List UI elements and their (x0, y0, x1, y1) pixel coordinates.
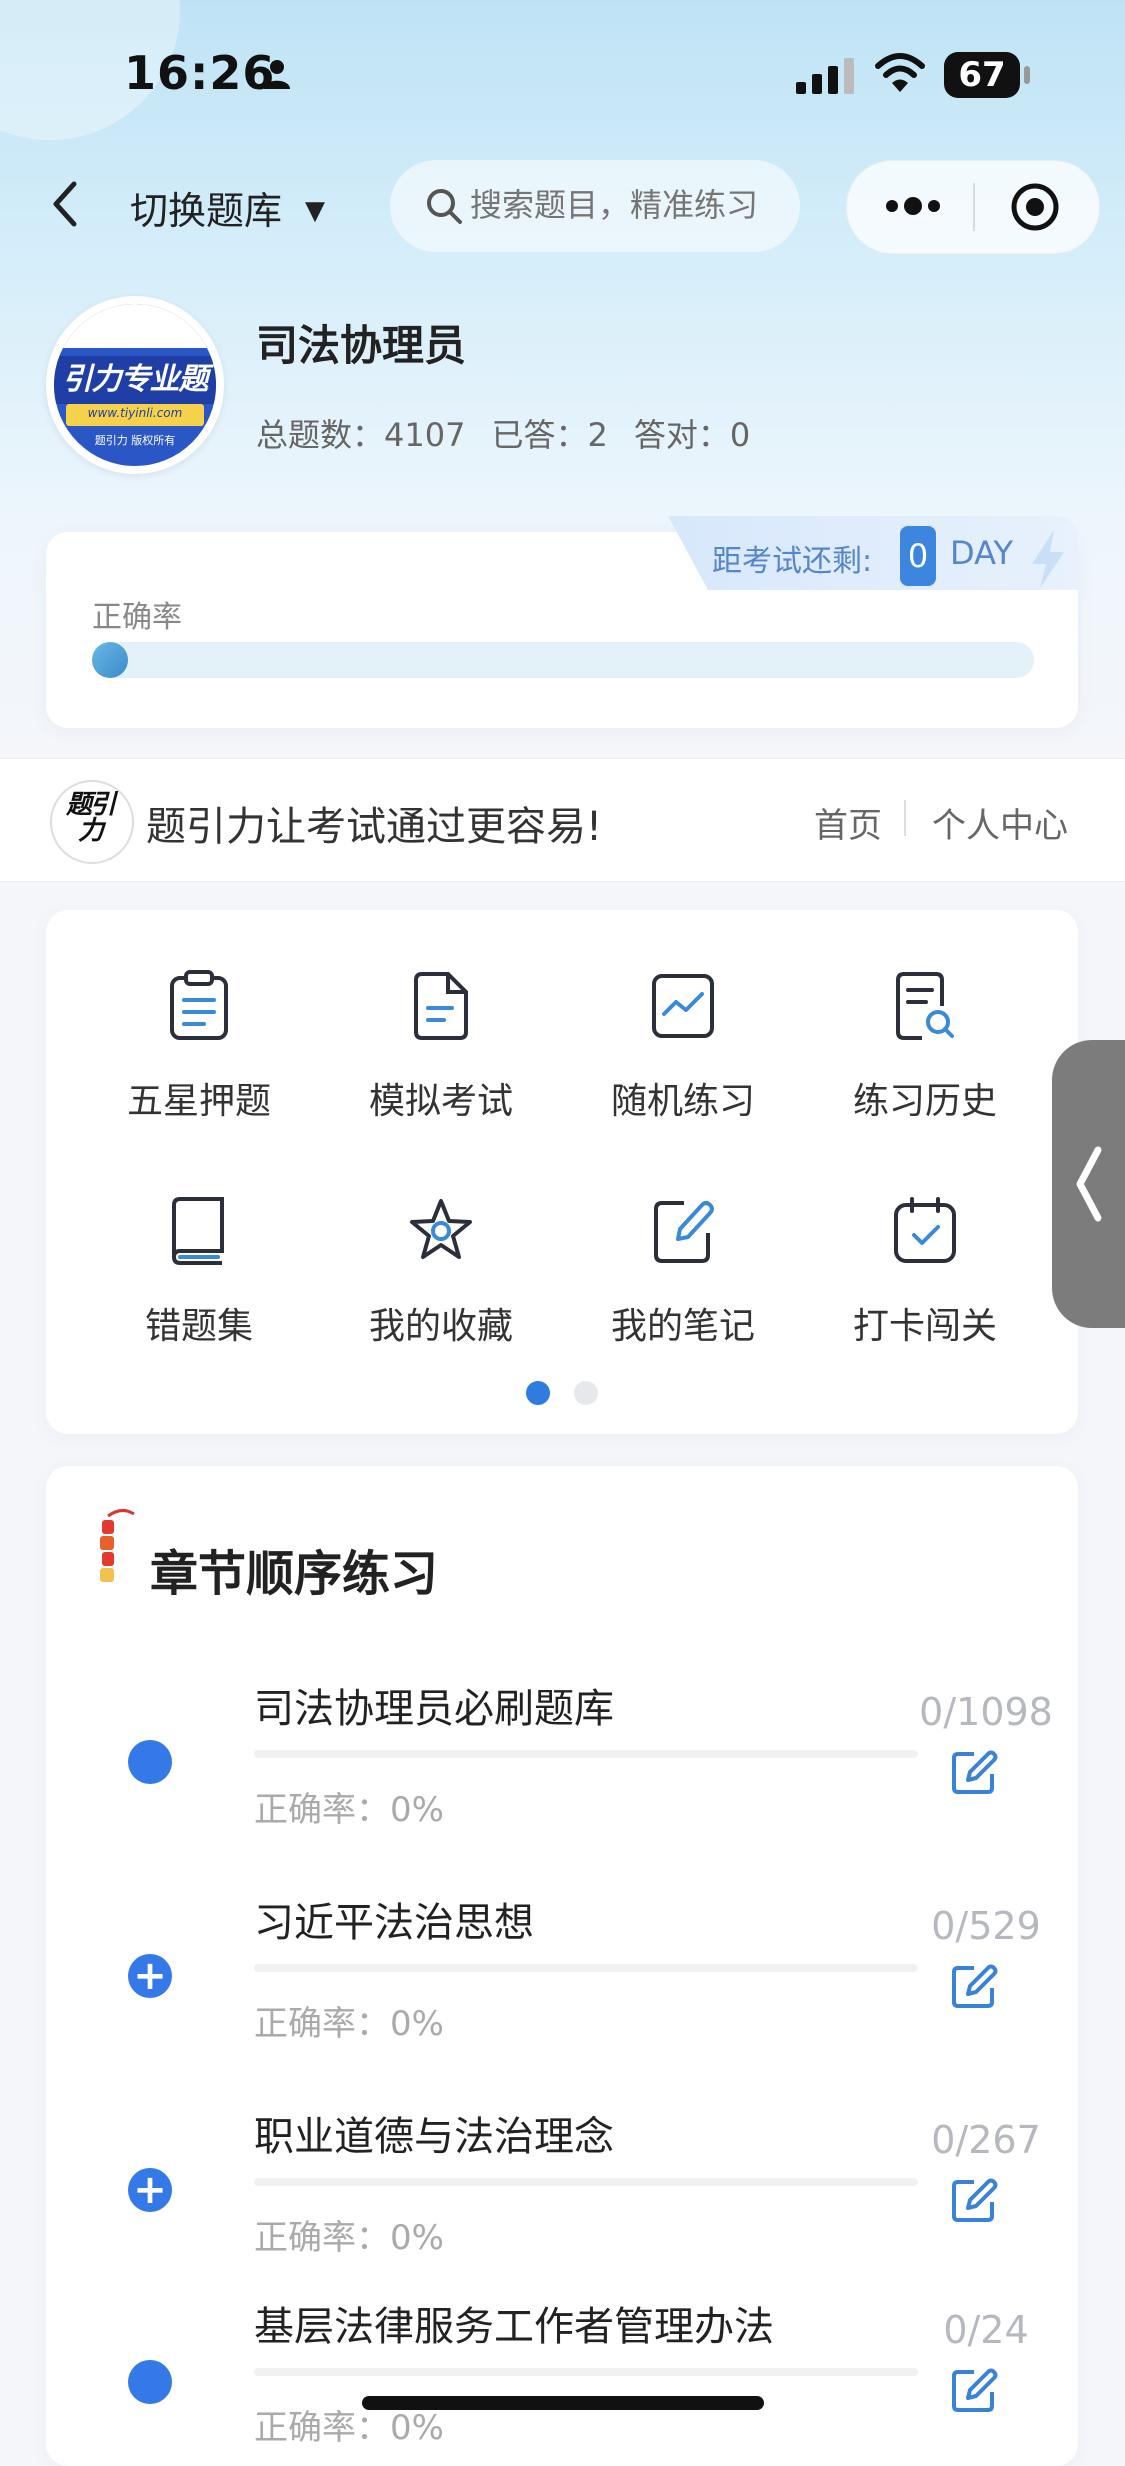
user-center-link[interactable]: 个人中心 (932, 798, 1068, 847)
clipboard-icon (170, 970, 228, 1040)
bank-title: 司法协理员 (256, 321, 467, 370)
history-search-icon (896, 972, 954, 1040)
chart-line-icon (652, 974, 714, 1038)
nav-divider (904, 800, 906, 836)
star-icon (410, 1199, 472, 1259)
pager-dot-active[interactable] (526, 1381, 550, 1405)
calendar-check-icon (894, 1197, 956, 1263)
battery-indicator: 67 (944, 52, 1030, 98)
note-edit-icon (654, 1201, 714, 1263)
chapter-expand-icon[interactable] (128, 1950, 172, 2002)
chapter-count: 0/267 (931, 2118, 1041, 2162)
book-icon (171, 1197, 224, 1265)
back-button[interactable] (40, 176, 96, 232)
feature-five-star[interactable]: 五星押题 (78, 970, 320, 1150)
correct-count: 答对：0 (633, 416, 751, 454)
feature-favorites[interactable]: 我的收藏 (320, 1195, 562, 1375)
chapter-count: 0/1098 (919, 1690, 1053, 1734)
more-icon[interactable] (882, 188, 944, 224)
chapter-count: 0/24 (943, 2308, 1029, 2352)
chapter-progress-bar (254, 1750, 918, 1758)
status-time: 16:26 (124, 46, 276, 100)
firecracker-icon (100, 1509, 135, 1582)
side-drawer-tab[interactable] (1052, 1040, 1125, 1328)
feature-notes[interactable]: 我的笔记 (562, 1195, 804, 1375)
countdown-days: 0 (900, 526, 936, 586)
chapter-rate: 正确率：0% (254, 2004, 444, 2044)
chapter-item[interactable]: 习近平法治思想 正确率：0% 0/529 (46, 1850, 1078, 2064)
chapter-section-title: 章节顺序练习 (150, 1546, 439, 1602)
total-count: 总题数：4107 (256, 416, 466, 454)
feature-check-in[interactable]: 打卡闯关 (804, 1195, 1046, 1375)
feature-practice-history[interactable]: 练习历史 (804, 970, 1046, 1150)
edit-icon[interactable] (950, 2366, 1000, 2414)
chapter-name: 职业道德与法治理念 (254, 2114, 614, 2160)
chapter-item[interactable]: 司法协理员必刷题库 正确率：0% 0/1098 (46, 1636, 1078, 1850)
document-icon (414, 972, 468, 1040)
slogan-text: 题引力让考试通过更容易! (146, 804, 603, 850)
feature-wrong-questions[interactable]: 错题集 (78, 1195, 320, 1375)
chapter-bullet (128, 1740, 172, 1784)
switch-bank-button[interactable]: 切换题库 (130, 180, 282, 235)
chapter-name: 司法协理员必刷题库 (254, 1686, 614, 1732)
accuracy-label: 正确率 (92, 600, 182, 635)
bank-avatar: 引力专业题 www.tiyinli.com 题引力 版权所有 (46, 296, 224, 474)
answered-count: 已答：2 (491, 416, 608, 454)
brand-logo: 题引力 (50, 780, 134, 864)
home-indicator (362, 2396, 764, 2410)
feature-grid: 五星押题 模拟考试 随机练习 练习历史 错题集 我的收藏 我的笔记 打卡闯关 (46, 910, 1078, 1434)
chapter-rate: 正确率：0% (254, 1790, 444, 1830)
chapter-bullet (128, 2360, 172, 2404)
edit-icon[interactable] (950, 1962, 1000, 2010)
search-icon (427, 189, 462, 224)
home-link[interactable]: 首页 (814, 798, 882, 847)
chapter-progress-bar (254, 1964, 918, 1972)
user-status-icon (264, 60, 290, 89)
edit-icon[interactable] (950, 1748, 1000, 1796)
cellular-signal-icon (796, 58, 854, 94)
countdown-label: 距考试还剩: (712, 544, 873, 579)
chevron-left-icon (1076, 1146, 1102, 1222)
accuracy-progress-bar (92, 642, 1034, 678)
close-miniprogram-icon[interactable] (1010, 182, 1060, 232)
caret-down-icon[interactable]: ▼ (305, 196, 325, 226)
feature-mock-exam[interactable]: 模拟考试 (320, 970, 562, 1150)
bank-stats: 总题数：4107 已答：2 答对：0 (256, 410, 776, 456)
countdown-unit: DAY (950, 534, 1014, 572)
chapter-count: 0/529 (931, 1904, 1041, 1948)
lightning-icon (1032, 530, 1064, 588)
feature-random-practice[interactable]: 随机练习 (562, 970, 804, 1150)
search-input[interactable] (470, 186, 790, 224)
chapter-progress-bar (254, 2368, 918, 2376)
chapter-name: 习近平法治思想 (254, 1900, 534, 1946)
accuracy-progress-knob (92, 642, 128, 678)
pager-dot[interactable] (574, 1381, 598, 1405)
wifi-icon (875, 53, 925, 92)
chapter-name: 基层法律服务工作者管理办法 (254, 2304, 774, 2350)
